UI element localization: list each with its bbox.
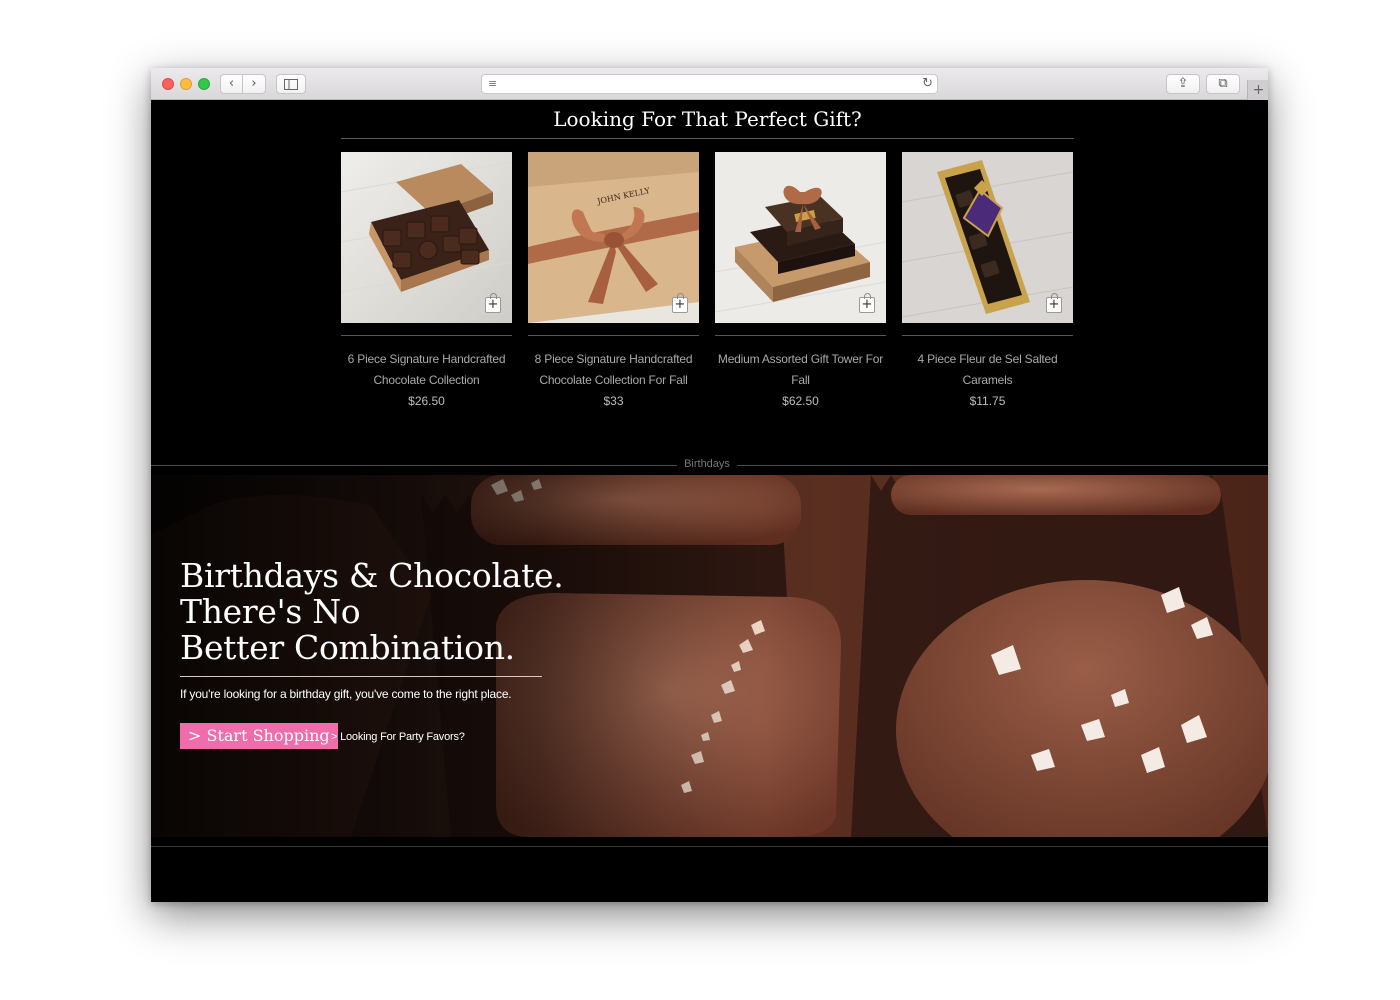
add-to-cart-icon[interactable] (672, 293, 688, 313)
zoom-window-button[interactable] (198, 78, 210, 90)
product-name[interactable]: 6 Piece Signature Handcrafted Chocolate … (341, 349, 512, 391)
gifts-heading: Looking For That Perfect Gift? (553, 107, 862, 131)
show-tabs-button[interactable]: ⧉ (1206, 74, 1240, 94)
close-window-button[interactable] (162, 78, 174, 90)
reload-icon[interactable]: ↻ (922, 75, 933, 93)
add-to-cart-icon[interactable] (485, 293, 501, 313)
new-tab-button[interactable]: + (1247, 80, 1268, 100)
product-card[interactable]: Medium Assorted Gift Tower For Fall $62.… (715, 152, 886, 411)
product-price: $62.50 (782, 394, 819, 408)
product-card[interactable]: 6 Piece Signature Handcrafted Chocolate … (341, 152, 512, 411)
product-name[interactable]: 8 Piece Signature Handcrafted Chocolate … (528, 349, 699, 391)
web-page: Looking For That Perfect Gift? + 6 Piece… (151, 100, 1268, 902)
product-image[interactable]: JOHN KELLY (528, 152, 699, 323)
divider (151, 846, 1268, 847)
divider (528, 335, 699, 336)
minimize-window-button[interactable] (180, 78, 192, 90)
reader-view-icon[interactable]: ≡ (488, 77, 497, 91)
start-shopping-button[interactable]: > Start Shopping (180, 723, 338, 749)
hero-title: Birthdays & Chocolate. There's No Better… (180, 556, 564, 667)
product-name[interactable]: 4 Piece Fleur de Sel Salted Caramels (902, 349, 1073, 391)
sidebar-icon (284, 79, 298, 90)
product-price: $26.50 (408, 394, 445, 408)
product-price: $11.75 (969, 394, 1006, 408)
section-label: Birthdays (677, 455, 737, 473)
product-name[interactable]: Medium Assorted Gift Tower For Fall (715, 349, 886, 391)
divider (341, 138, 1074, 139)
plus-icon: + (1252, 82, 1265, 98)
address-bar[interactable]: ≡ ↻ (481, 74, 938, 94)
product-image[interactable] (715, 152, 886, 323)
browser-window: ‹ › ≡ ↻ ⇪ ⧉ + Looking For That Perfect G… (151, 68, 1268, 902)
sidebar-toggle-button[interactable] (276, 74, 306, 94)
product-price: $33 (603, 394, 624, 408)
product-card[interactable]: 4 Piece Fleur de Sel Salted Caramels $11… (902, 152, 1073, 411)
chevron-right-icon: › (251, 76, 257, 91)
back-button[interactable]: ‹ (220, 74, 243, 94)
hero-subtitle: If you're looking for a birthday gift, y… (180, 687, 512, 701)
divider (715, 335, 886, 336)
chevron-left-icon: ‹ (228, 76, 235, 91)
add-to-cart-icon[interactable] (859, 293, 875, 313)
product-image[interactable] (341, 152, 512, 323)
divider (902, 335, 1073, 336)
divider (341, 335, 512, 336)
divider (180, 676, 542, 677)
add-to-cart-icon[interactable] (1046, 293, 1062, 313)
browser-toolbar: ‹ › ≡ ↻ ⇪ ⧉ + (151, 68, 1268, 100)
product-card[interactable]: JOHN KELLY 8 Piece Signature Handcrafted… (528, 152, 699, 411)
tabs-icon: ⧉ (1218, 76, 1228, 91)
product-image[interactable] (902, 152, 1073, 323)
party-favors-link[interactable]: > Looking For Party Favors? (331, 728, 465, 746)
forward-button[interactable]: › (243, 74, 266, 94)
share-icon: ⇪ (1177, 76, 1189, 91)
share-button[interactable]: ⇪ (1166, 74, 1200, 94)
birthday-hero-banner: Birthdays & Chocolate. There's No Better… (151, 475, 1268, 837)
